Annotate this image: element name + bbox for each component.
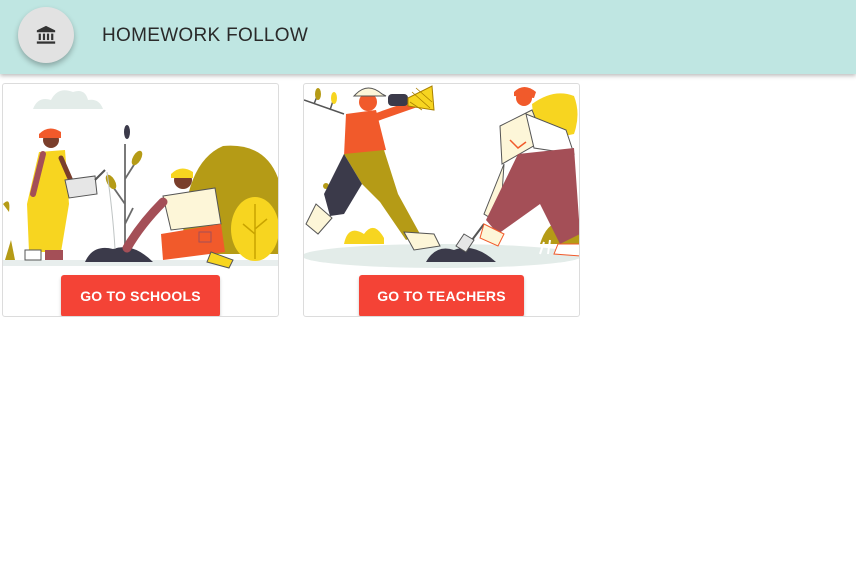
people-planting-illustration <box>3 90 278 269</box>
teachers-card: GO TO TEACHERS <box>303 83 580 317</box>
app-bar: HOMEWORK FOLLOW <box>0 0 856 74</box>
home-button[interactable] <box>18 7 74 63</box>
schools-card: GO TO SCHOOLS <box>2 83 279 317</box>
explorers-illustration <box>304 85 579 268</box>
app-title: HOMEWORK FOLLOW <box>102 25 309 46</box>
go-to-schools-button[interactable]: GO TO SCHOOLS <box>61 275 220 316</box>
bank-building-icon <box>36 25 56 44</box>
go-to-teachers-button[interactable]: GO TO TEACHERS <box>359 275 524 316</box>
